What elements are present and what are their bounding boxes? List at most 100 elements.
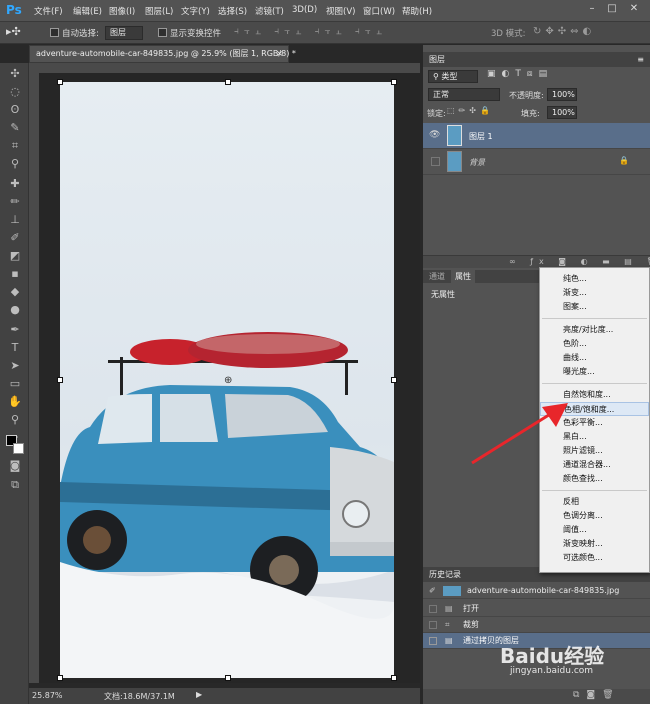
- status-menu-arrow-icon[interactable]: ▶: [196, 690, 202, 699]
- transform-handle[interactable]: [225, 79, 231, 85]
- menu-item-threshold[interactable]: 阈值...: [540, 523, 649, 537]
- 3d-mode-icons[interactable]: ↻✥✣⇔◐: [533, 26, 613, 40]
- layer-thumbnail: [447, 151, 462, 172]
- eraser-tool-icon[interactable]: ◩: [6, 248, 24, 263]
- menu-item-selective-color[interactable]: 可选颜色...: [540, 551, 649, 565]
- zoom-level[interactable]: 25.87%: [32, 691, 63, 700]
- tab-close-icon[interactable]: ×: [276, 46, 283, 62]
- fill-input[interactable]: 100%: [547, 106, 577, 119]
- menu-select[interactable]: 选择(S): [218, 5, 247, 17]
- layer-row-layer1[interactable]: 👁 图层 1: [423, 123, 650, 149]
- history-brush-tool-icon[interactable]: ✐: [6, 230, 24, 245]
- minimize-button[interactable]: –: [584, 2, 600, 16]
- history-snapshot[interactable]: ✐ adventure-automobile-car-849835.jpg: [423, 583, 650, 599]
- background-color-swatch[interactable]: [13, 443, 24, 454]
- layer-name[interactable]: 背景: [469, 157, 485, 168]
- history-step[interactable]: ▤ 打开: [423, 601, 650, 617]
- menu-edit[interactable]: 编辑(E): [73, 5, 102, 17]
- menu-3d[interactable]: 3D(D): [292, 5, 317, 17]
- layer-name[interactable]: 图层 1: [469, 131, 493, 142]
- pen-tool-icon[interactable]: ✒: [6, 322, 24, 337]
- stamp-tool-icon[interactable]: ⊥: [6, 212, 24, 227]
- transform-handle[interactable]: [57, 675, 63, 681]
- menu-item-invert[interactable]: 反相: [540, 495, 649, 509]
- menu-separator: [542, 318, 647, 319]
- menu-help[interactable]: 帮助(H): [402, 5, 432, 17]
- transform-handle[interactable]: [57, 377, 63, 383]
- move-tool-icon[interactable]: ✣: [6, 66, 24, 81]
- layers-panel-tab[interactable]: 图层: [429, 55, 445, 64]
- menu-item-brightness-contrast[interactable]: 亮度/对比度...: [540, 323, 649, 337]
- maximize-button[interactable]: □: [604, 2, 620, 16]
- crop-tool-icon[interactable]: ⌗: [6, 138, 24, 153]
- lasso-tool-icon[interactable]: ʘ: [6, 102, 24, 117]
- menu-image[interactable]: 图像(I): [109, 5, 135, 17]
- menu-layer[interactable]: 图层(L): [145, 5, 173, 17]
- marquee-tool-icon[interactable]: ◌: [6, 84, 24, 99]
- quick-mask-icon[interactable]: ◙: [6, 458, 24, 473]
- history-brush-checkbox[interactable]: [429, 637, 437, 645]
- layer-filter-icons[interactable]: ▣◐T⧈▤: [487, 69, 587, 83]
- tab-channels[interactable]: 通道: [429, 271, 445, 282]
- screen-mode-icon[interactable]: ⧉: [6, 477, 24, 492]
- visibility-toggle[interactable]: [431, 157, 440, 166]
- menu-view[interactable]: 视图(V): [326, 5, 355, 17]
- blend-mode-dropdown[interactable]: 正常: [428, 88, 500, 101]
- lock-icons[interactable]: ⬚✏✣🔒: [447, 106, 507, 118]
- crop-icon: ⌗: [445, 620, 450, 629]
- menu-item-pattern[interactable]: 图案...: [540, 300, 649, 314]
- menu-item-gradient[interactable]: 渐变...: [540, 286, 649, 300]
- document-tab[interactable]: adventure-automobile-car-849835.jpg @ 25…: [29, 45, 296, 63]
- eyedropper-tool-icon[interactable]: ⚲: [6, 156, 24, 171]
- layer-footer-icons[interactable]: ∞ ƒx ◙ ◐ ▬ ▤ 🗑: [509, 257, 650, 266]
- transform-handle[interactable]: [391, 79, 397, 85]
- panel-menu-icon[interactable]: ≡: [637, 52, 644, 67]
- show-transform-checkbox[interactable]: [158, 28, 167, 37]
- dodge-tool-icon[interactable]: ●: [6, 302, 24, 317]
- history-brush-checkbox[interactable]: [429, 621, 437, 629]
- hand-tool-icon[interactable]: ✋: [6, 394, 24, 409]
- blur-tool-icon[interactable]: ◆: [6, 284, 24, 299]
- history-step[interactable]: ⌗ 裁剪: [423, 617, 650, 633]
- gradient-tool-icon[interactable]: ▪: [6, 266, 24, 281]
- menu-item-levels[interactable]: 色阶...: [540, 337, 649, 351]
- menu-item-exposure[interactable]: 曝光度...: [540, 365, 649, 379]
- layer-row-background[interactable]: 背景 🔒: [423, 149, 650, 175]
- menu-type[interactable]: 文字(Y): [181, 5, 210, 17]
- menu-item-posterize[interactable]: 色调分离...: [540, 509, 649, 523]
- path-select-tool-icon[interactable]: ➤: [6, 358, 24, 373]
- fill-value: 100%: [552, 108, 575, 117]
- menu-file[interactable]: 文件(F): [34, 5, 63, 17]
- transform-handle[interactable]: [57, 79, 63, 85]
- history-panel-tab[interactable]: 历史记录: [429, 570, 461, 579]
- menu-item-solid-color[interactable]: 纯色...: [540, 272, 649, 286]
- history-footer-icons[interactable]: ⧉◙🗑: [573, 690, 621, 700]
- close-button[interactable]: ✕: [626, 2, 642, 16]
- quick-select-tool-icon[interactable]: ✎: [6, 120, 24, 135]
- transform-handle[interactable]: [225, 675, 231, 681]
- history-brush-checkbox[interactable]: [429, 605, 437, 613]
- transform-handle[interactable]: [391, 675, 397, 681]
- layer-filter-dropdown[interactable]: ⚲ 类型: [428, 70, 478, 83]
- auto-select-dropdown[interactable]: 图层: [105, 26, 143, 40]
- visibility-eye-icon[interactable]: 👁: [429, 130, 440, 140]
- transform-center-icon[interactable]: ⊕: [224, 375, 232, 386]
- brush-tool-icon[interactable]: ✏: [6, 194, 24, 209]
- auto-select-checkbox[interactable]: [50, 28, 59, 37]
- snapshot-name: adventure-automobile-car-849835.jpg: [467, 586, 620, 595]
- type-tool-icon[interactable]: T: [6, 340, 24, 355]
- opacity-input[interactable]: 100%: [547, 88, 577, 101]
- align-distribute-icons[interactable]: ⫞⫟⫠ ⫞⫟⫠ ⫞⫟⫠ ⫞⫟⫠: [234, 26, 464, 40]
- move-tool-preset-icon[interactable]: ▸✣: [6, 25, 32, 40]
- menu-window[interactable]: 窗口(W): [363, 5, 395, 17]
- menu-filter[interactable]: 滤镜(T): [255, 5, 284, 17]
- history-brush-source-icon[interactable]: ✐: [429, 583, 436, 599]
- menu-item-color-lookup[interactable]: 颜色查找...: [540, 472, 649, 486]
- healing-brush-tool-icon[interactable]: ✚: [6, 176, 24, 191]
- menu-item-gradient-map[interactable]: 渐变映射...: [540, 537, 649, 551]
- transform-handle[interactable]: [391, 377, 397, 383]
- zoom-tool-icon[interactable]: ⚲: [6, 412, 24, 427]
- tab-properties[interactable]: 属性: [451, 270, 475, 283]
- menu-item-curves[interactable]: 曲线...: [540, 351, 649, 365]
- shape-tool-icon[interactable]: ▭: [6, 376, 24, 391]
